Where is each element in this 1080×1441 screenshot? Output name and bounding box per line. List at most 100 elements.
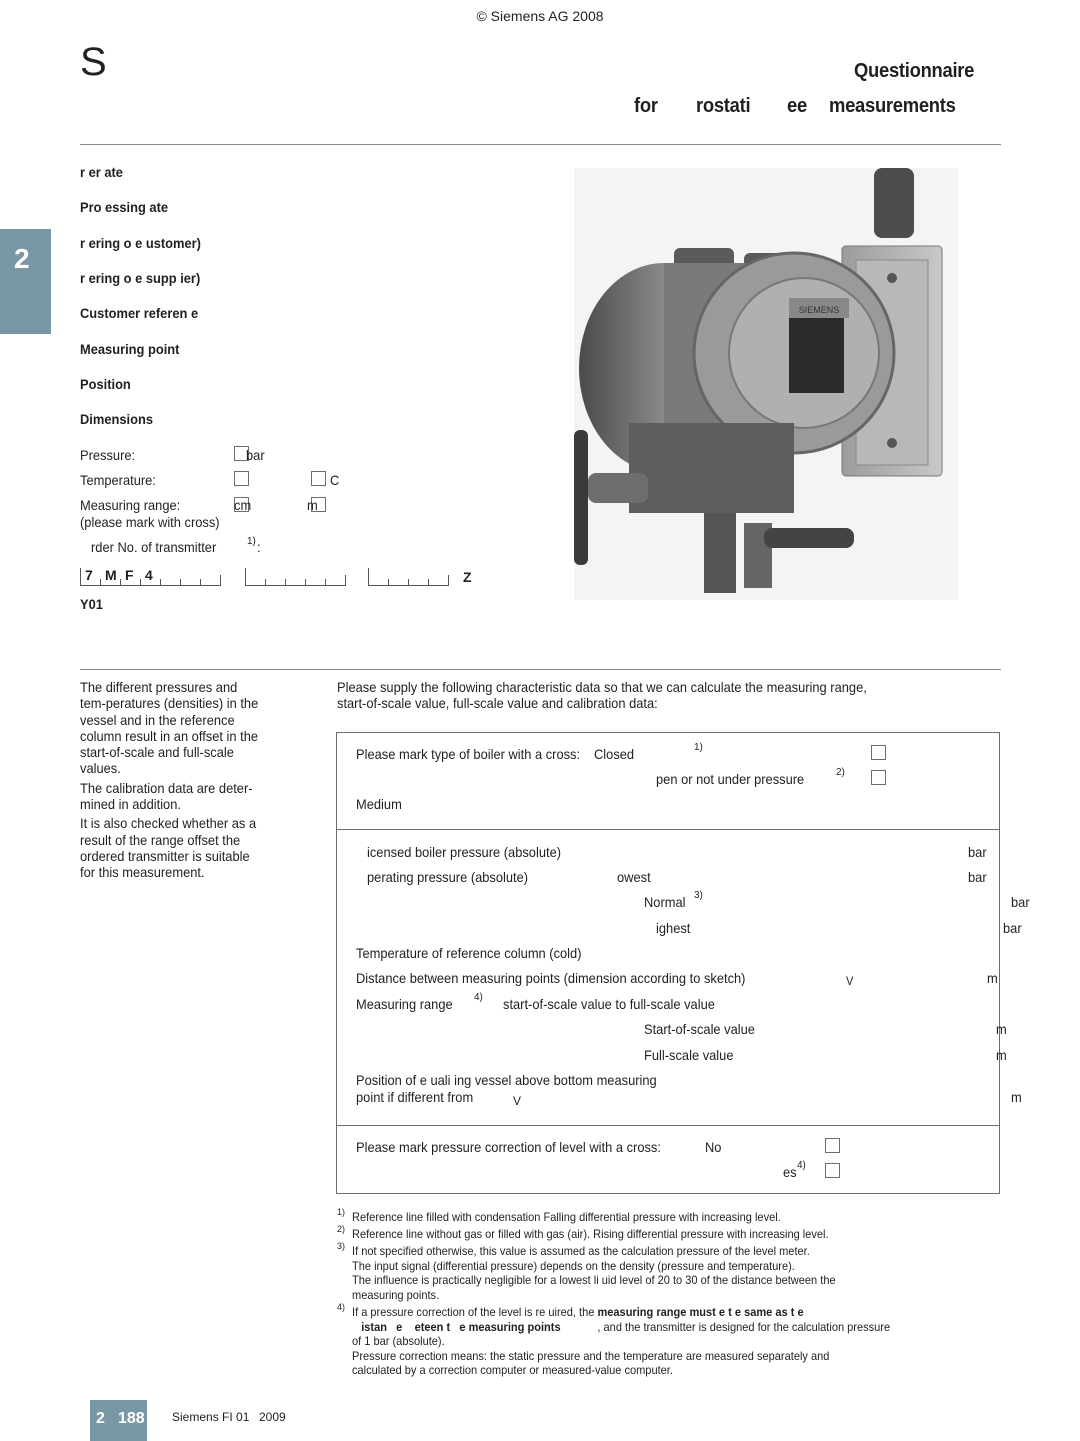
start-of-scale-field[interactable]: Start-of-scale value <box>644 1021 755 1037</box>
operating-pressure-lowest-field[interactable]: owest <box>617 869 651 885</box>
measuring-range-field-label: Measuring range <box>356 996 453 1012</box>
temperature-unit-checkbox-1[interactable] <box>234 471 249 486</box>
boiler-open-footnote-ref: 2) <box>836 767 845 778</box>
footnote-4-line-1-bold: measuring range must e t e same as t e <box>597 1305 804 1319</box>
equalizing-vessel-label-line-1: Position of e uali ing vessel above bott… <box>356 1072 657 1088</box>
operating-pressure-normal-unit: bar <box>1011 894 1030 910</box>
measuring-range-hint: (please mark with cross) <box>80 514 220 530</box>
measuring-range-footnote-ref: 4) <box>474 992 483 1003</box>
product-photo: SIEMENS <box>574 168 958 600</box>
pressure-correction-label: Please mark pressure correction of level… <box>356 1139 661 1155</box>
footnote-1-number: 1) <box>337 1207 346 1217</box>
range-unit-m-label: m <box>307 497 318 513</box>
operating-pressure-lowest-unit: bar <box>968 869 987 885</box>
page-number-badge: 2 188 <box>90 1400 147 1441</box>
footnote-4-line-1: If a pressure correction of the level is… <box>352 1305 804 1320</box>
order-number-group-3[interactable] <box>368 568 449 586</box>
footnote-1-text: Reference line filled with condensation … <box>352 1210 781 1224</box>
order-number-suffix: Z <box>463 569 472 585</box>
operating-pressure-highest-unit: bar <box>1003 920 1022 936</box>
range-unit-cm-label: cm <box>234 497 252 513</box>
field-dimensions: Dimensions <box>80 411 154 427</box>
order-option-code: Y01 <box>80 596 103 612</box>
side-note-paragraph-3: It is also checked whether as a result o… <box>80 815 257 881</box>
footnote-4-line-1-normal: If a pressure correction of the level is… <box>352 1305 598 1319</box>
footnote-3-line-2: The input signal (differential pressure)… <box>352 1259 795 1273</box>
order-number-footnote-ref: 1) <box>247 536 256 547</box>
distance-field[interactable]: Distance between measuring points (dimen… <box>356 970 745 986</box>
form-divider-1 <box>336 829 1000 830</box>
page-title: Questionnaire <box>854 60 975 82</box>
operating-pressure-normal-field[interactable]: Normal <box>644 894 686 910</box>
page-subtitle-part-3: ee <box>787 95 807 117</box>
footnote-4-line-3: of 1 bar (absolute). <box>352 1334 445 1348</box>
equalizing-vessel-symbol: V <box>513 1094 522 1108</box>
correction-no-checkbox[interactable] <box>825 1138 840 1153</box>
footnote-2-number: 2) <box>337 1224 346 1234</box>
medium-field[interactable]: Medium <box>356 796 402 812</box>
start-of-scale-unit: m <box>996 1021 1007 1037</box>
operating-pressure-highest-field[interactable]: ighest <box>656 920 690 936</box>
measuring-range-label: Measuring range: <box>80 497 181 513</box>
normal-footnote-ref: 3) <box>694 890 703 901</box>
correction-yes-label: es <box>783 1164 797 1180</box>
boiler-open-checkbox[interactable] <box>871 770 886 785</box>
page-subtitle-part-4: measurements <box>829 95 956 117</box>
boiler-open-label: pen or not under pressure <box>656 771 805 787</box>
side-note-paragraph-1: The different pressures and tem-perature… <box>80 679 259 777</box>
page-subtitle-part-1: for <box>634 95 658 117</box>
footer-chapter: 2 <box>96 1410 105 1427</box>
footer-year: 2009 <box>259 1410 286 1424</box>
distance-unit: m <box>987 970 998 986</box>
order-char: F <box>125 567 134 583</box>
intro-text: Please supply the following characterist… <box>337 679 867 711</box>
correction-yes-checkbox[interactable] <box>825 1163 840 1178</box>
header-rule <box>80 144 1001 145</box>
order-char: 4 <box>145 567 153 583</box>
order-number-group-2[interactable] <box>245 568 346 586</box>
boiler-closed-footnote-ref: 1) <box>694 742 703 753</box>
order-number-colon: : <box>257 539 261 555</box>
licensed-pressure-field[interactable]: icensed boiler pressure (absolute) <box>367 844 561 860</box>
field-order-code-customer[interactable]: r ering o e ustomer) <box>80 235 201 251</box>
footnote-4-line-2-normal: , and the transmitter is designed for th… <box>560 1320 891 1334</box>
temperature-unit-checkbox-2[interactable] <box>311 471 326 486</box>
footnote-3-line-1: If not specified otherwise, this value i… <box>352 1244 810 1258</box>
measuring-range-description: start-of-scale value to full-scale value <box>503 996 715 1012</box>
equalizing-vessel-label-line-2: point if different from <box>356 1089 474 1105</box>
footnote-4-number: 4) <box>337 1302 346 1312</box>
field-customer-reference[interactable]: Customer referen e <box>80 305 198 321</box>
field-measuring-point[interactable]: Measuring point <box>80 341 179 357</box>
field-order-code-supplier[interactable]: r ering o e supp ier) <box>80 270 200 286</box>
field-order-date[interactable]: r er ate <box>80 164 123 180</box>
licensed-pressure-unit: bar <box>968 844 987 860</box>
full-scale-unit: m <box>996 1047 1007 1063</box>
footnote-4-line-2: istan e eteen t e measuring points , and… <box>352 1320 890 1335</box>
boiler-type-label: Please mark type of boiler with a cross: <box>356 746 581 762</box>
footnote-4-line-5: calculated by a correction computer or m… <box>352 1363 673 1377</box>
operating-pressure-label: perating pressure (absolute) <box>367 869 529 885</box>
footnote-2-text: Reference line without gas or filled wit… <box>352 1227 829 1241</box>
footer-page-number: 188 <box>118 1410 145 1427</box>
order-char: M <box>105 567 117 583</box>
brand-label: SIEMENS <box>799 305 840 315</box>
order-number-label: rder No. of transmitter <box>91 539 217 555</box>
order-char: 7 <box>85 567 93 583</box>
footnote-4-line-4: Pressure correction means: the static pr… <box>352 1349 830 1363</box>
order-number-group-1[interactable]: 7 M F 4 <box>80 567 221 586</box>
boiler-closed-label: Closed <box>594 746 635 762</box>
footnote-3-line-3: The influence is practically negligible … <box>352 1273 836 1287</box>
distance-symbol: V <box>846 974 854 988</box>
field-processing-date[interactable]: Pro essing ate <box>80 199 168 215</box>
side-note: The different pressures and tem-perature… <box>80 679 264 884</box>
field-position[interactable]: Position <box>80 376 131 392</box>
footnote-3-number: 3) <box>337 1241 346 1251</box>
full-scale-field[interactable]: Full-scale value <box>644 1047 733 1063</box>
side-note-paragraph-2: The calibration data are deter-mined in … <box>80 779 253 813</box>
boiler-closed-checkbox[interactable] <box>871 745 886 760</box>
correction-no-label: No <box>705 1139 722 1155</box>
copyright-notice: © Siemens AG 2008 <box>476 8 604 24</box>
reference-temperature-field[interactable]: Temperature of reference column (cold) <box>356 945 582 961</box>
chapter-tab: 2 <box>0 229 51 334</box>
pressure-label: Pressure: <box>80 447 136 463</box>
